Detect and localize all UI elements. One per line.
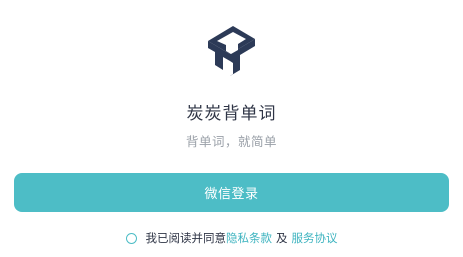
agreement-prefix: 我已阅读并同意 xyxy=(145,231,227,245)
app-slogan: 背单词，就简单 xyxy=(185,134,277,149)
agreement-radio[interactable] xyxy=(125,232,137,244)
login-screen: 炭炭背单词 背单词，就简单 微信登录 我已阅读并同意 隐私条款 及 服务协议 xyxy=(0,0,463,257)
wechat-login-button[interactable]: 微信登录 xyxy=(14,173,449,212)
wechat-login-label: 微信登录 xyxy=(204,187,259,202)
service-agreement-link[interactable]: 服务协议 xyxy=(292,230,338,246)
agreement-joiner: 及 xyxy=(276,231,288,245)
privacy-terms-link[interactable]: 隐私条款 xyxy=(226,230,272,246)
t-cube-logo-icon xyxy=(208,26,255,76)
agreement-row: 我已阅读并同意 隐私条款 及 服务协议 xyxy=(0,229,463,247)
app-name: 炭炭背单词 xyxy=(186,104,277,124)
